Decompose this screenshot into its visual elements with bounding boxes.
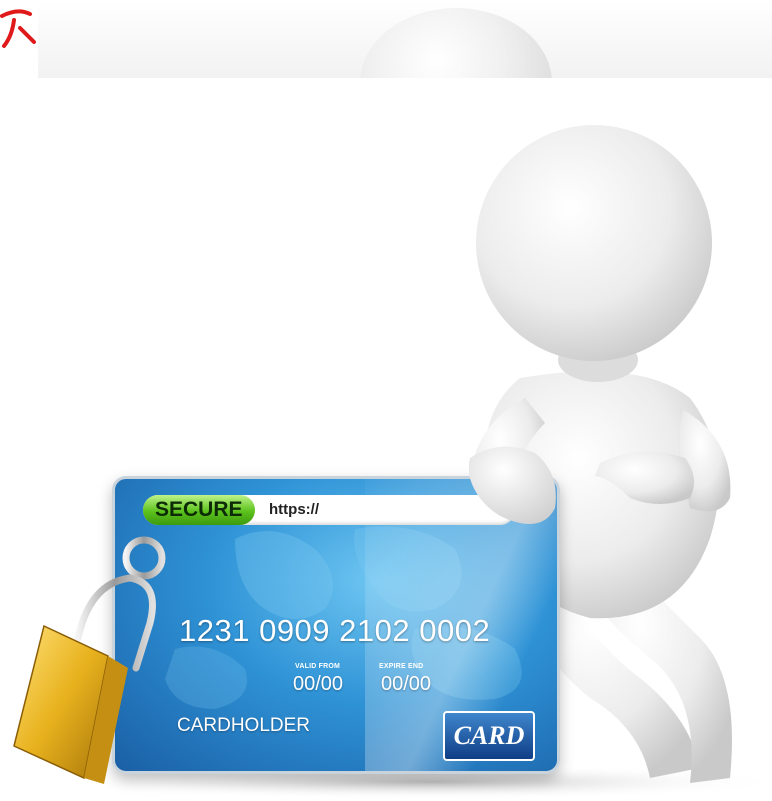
figure-hand-on-card [468,446,556,524]
foreground-overlay [13,446,556,784]
illustration-scene: SECURE https:// 1231 0909 2102 0002 VALI… [0,78,772,801]
top-image-strip [0,0,772,78]
red-brush-mark [0,9,36,48]
key-ring [122,536,166,580]
